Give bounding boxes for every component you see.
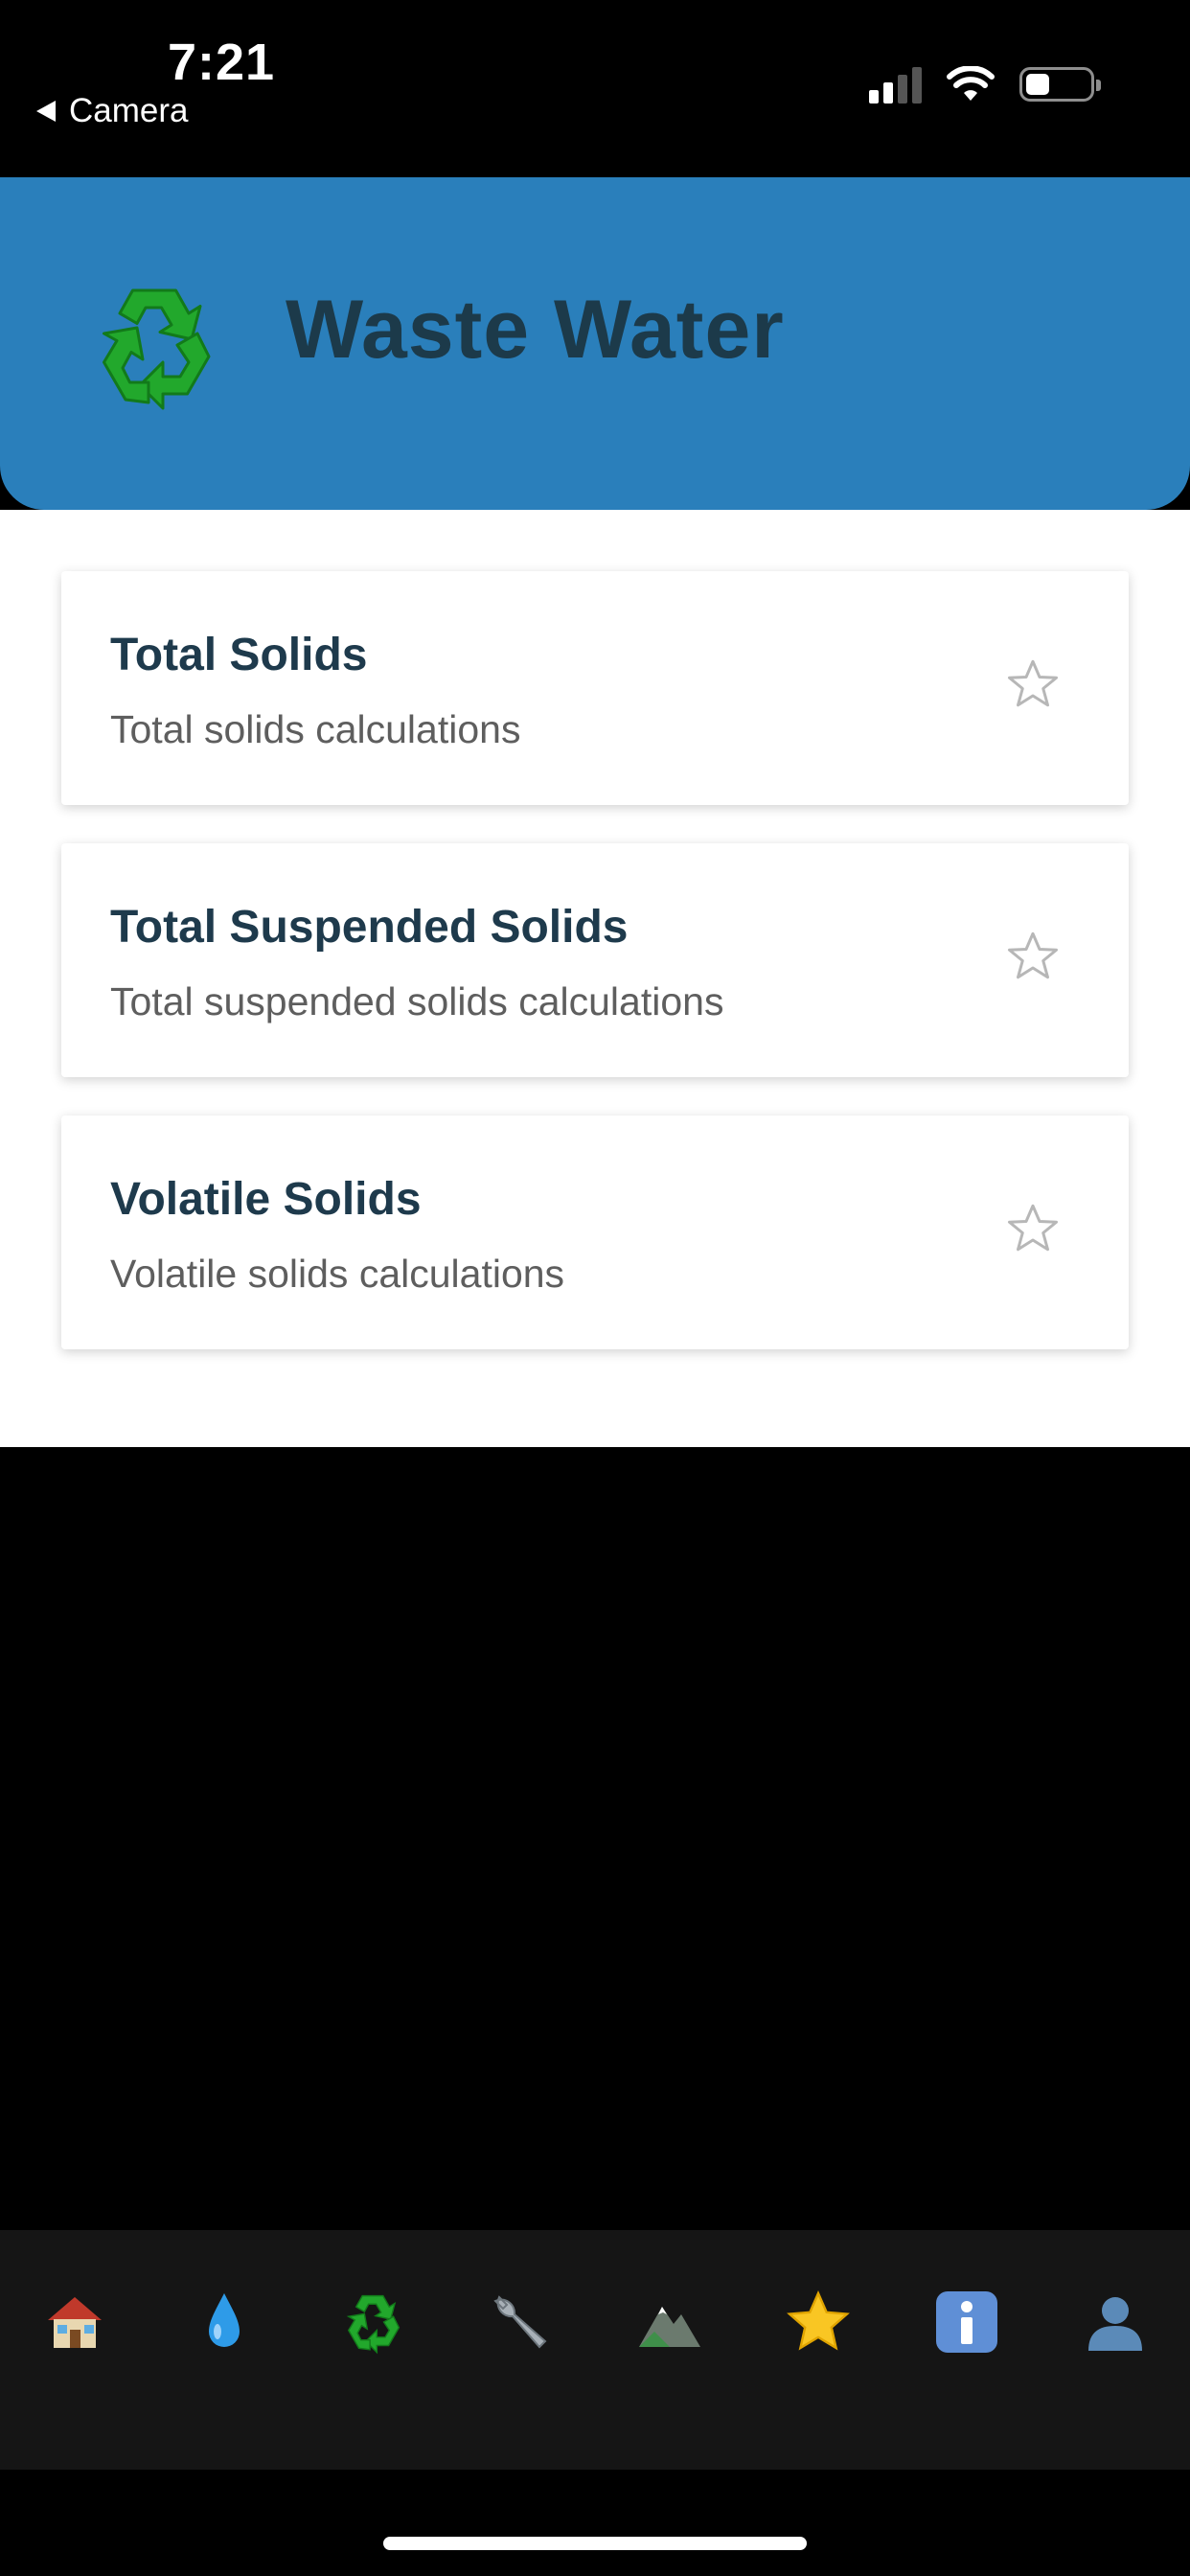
tab-favorites[interactable] bbox=[780, 2284, 857, 2360]
tab-waste-water[interactable] bbox=[334, 2284, 411, 2360]
tab-profile[interactable] bbox=[1077, 2284, 1154, 2360]
recycle-icon bbox=[346, 2294, 400, 2355]
recycle-icon bbox=[103, 288, 211, 410]
list-item-total-suspended-solids[interactable]: Total Suspended Solids Total suspended s… bbox=[61, 843, 1129, 1077]
home-indicator[interactable] bbox=[383, 2537, 807, 2550]
bottom-tab-bar bbox=[0, 2230, 1190, 2470]
favorite-star-icon[interactable] bbox=[1004, 1200, 1062, 1257]
tab-home[interactable] bbox=[36, 2284, 113, 2360]
tab-tools[interactable] bbox=[482, 2284, 559, 2360]
tab-geology[interactable] bbox=[631, 2284, 708, 2360]
card-subtitle: Total suspended solids calculations bbox=[110, 979, 724, 1024]
status-time: 7:21 bbox=[168, 34, 276, 91]
mountain-icon bbox=[639, 2307, 700, 2347]
favorite-star-icon[interactable] bbox=[1004, 928, 1062, 985]
wifi-icon bbox=[947, 66, 995, 101]
status-bar: 7:21 Camera bbox=[0, 0, 1190, 177]
calculation-list: Total Solids Total solids calculations T… bbox=[0, 510, 1190, 1447]
card-title: Total Suspended Solids bbox=[110, 902, 629, 953]
status-icons bbox=[869, 65, 1101, 104]
tab-water[interactable] bbox=[186, 2284, 263, 2360]
card-subtitle: Total solids calculations bbox=[110, 707, 521, 751]
water-drop-icon bbox=[209, 2293, 240, 2347]
card-title: Volatile Solids bbox=[110, 1174, 422, 1225]
back-to-camera-link[interactable]: Camera bbox=[36, 92, 188, 130]
info-icon bbox=[936, 2291, 997, 2353]
house-icon bbox=[48, 2297, 102, 2348]
back-label: Camera bbox=[69, 92, 189, 129]
page-header: Waste Water bbox=[0, 177, 1190, 510]
wrench-icon bbox=[493, 2295, 547, 2349]
tab-info[interactable] bbox=[928, 2284, 1005, 2360]
cellular-signal-icon bbox=[869, 65, 922, 104]
card-title: Total Solids bbox=[110, 630, 368, 680]
page-title: Waste Water bbox=[286, 284, 785, 376]
battery-icon bbox=[1019, 67, 1101, 102]
card-subtitle: Volatile solids calculations bbox=[110, 1252, 565, 1296]
star-icon bbox=[787, 2290, 850, 2351]
user-icon bbox=[1088, 2297, 1142, 2351]
list-item-total-solids[interactable]: Total Solids Total solids calculations bbox=[61, 571, 1129, 805]
favorite-star-icon[interactable] bbox=[1004, 656, 1062, 713]
back-arrow-icon bbox=[36, 101, 56, 122]
list-item-volatile-solids[interactable]: Volatile Solids Volatile solids calculat… bbox=[61, 1116, 1129, 1349]
